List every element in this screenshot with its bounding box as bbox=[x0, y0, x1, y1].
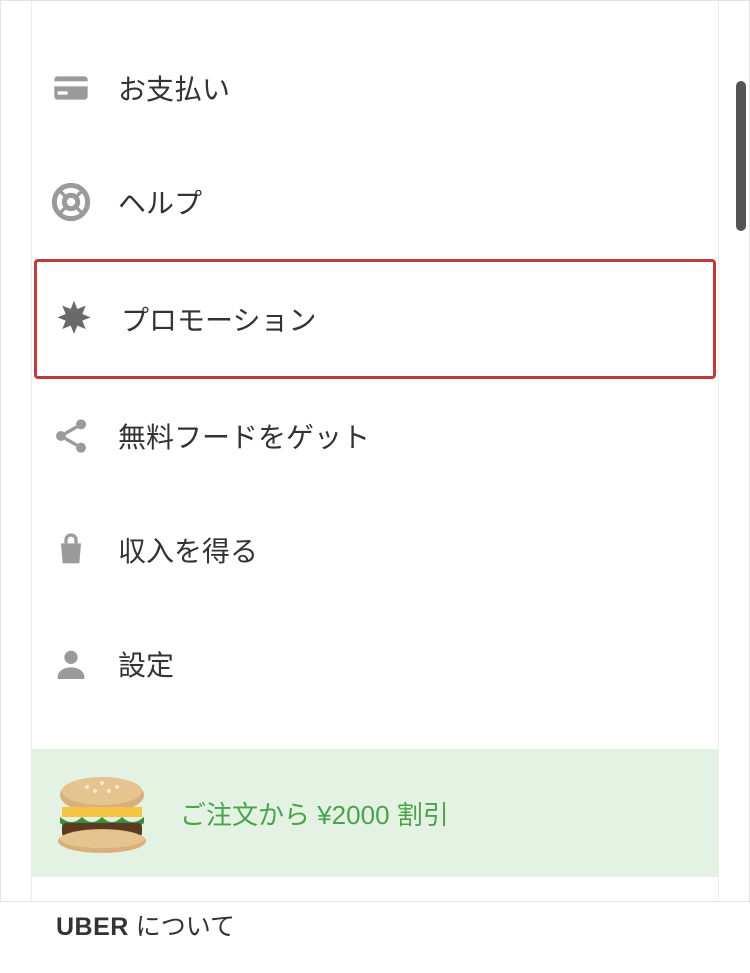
scrollbar-thumb[interactable] bbox=[736, 81, 746, 231]
share-icon bbox=[48, 413, 94, 459]
menu-item-label: お支払い bbox=[118, 68, 230, 108]
lifebuoy-icon bbox=[48, 179, 94, 225]
promo-banner[interactable]: ご注文から ¥2000 割引 bbox=[32, 749, 718, 877]
app-frame: お支払い ヘルプ プロモーション bbox=[0, 0, 750, 902]
highlight-frame-promotion: プロモーション bbox=[34, 259, 716, 379]
menu-item-about[interactable]: UBER について bbox=[32, 877, 718, 973]
menu-item-label: プロモーション bbox=[121, 299, 316, 339]
menu-item-payment[interactable]: お支払い bbox=[32, 31, 718, 145]
menu-item-label: ヘルプ bbox=[118, 182, 202, 222]
person-icon bbox=[48, 641, 94, 687]
promo-banner-text: ご注文から ¥2000 割引 bbox=[180, 795, 449, 832]
starburst-icon bbox=[51, 296, 97, 342]
bag-icon bbox=[48, 527, 94, 573]
menu-item-help[interactable]: ヘルプ bbox=[32, 145, 718, 259]
menu-item-label: 収入を得る bbox=[118, 530, 258, 570]
menu-item-free-food[interactable]: 無料フードをゲット bbox=[32, 379, 718, 493]
side-menu-panel: お支払い ヘルプ プロモーション bbox=[31, 1, 719, 901]
card-icon bbox=[48, 65, 94, 111]
burger-icon bbox=[52, 773, 152, 853]
about-brand: UBER bbox=[56, 913, 129, 941]
menu-item-earn[interactable]: 収入を得る bbox=[32, 493, 718, 607]
menu-list: お支払い ヘルプ プロモーション bbox=[32, 1, 718, 721]
about-suffix: について bbox=[129, 913, 235, 941]
menu-item-settings[interactable]: 設定 bbox=[32, 607, 718, 721]
menu-item-promotion[interactable]: プロモーション bbox=[37, 262, 713, 376]
menu-item-label: 設定 bbox=[118, 644, 174, 684]
menu-item-label: 無料フードをゲット bbox=[118, 416, 370, 456]
